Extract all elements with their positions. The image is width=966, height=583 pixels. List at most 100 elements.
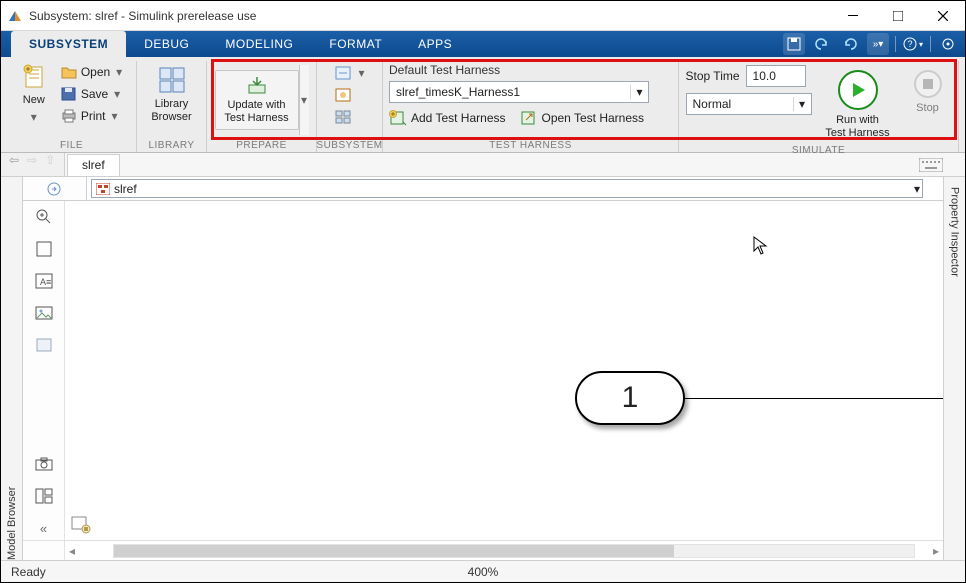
group-simulate-label: SIMULATE: [792, 145, 845, 156]
app-window: Subsystem: slref - Simulink prerelease u…: [0, 0, 966, 583]
library-browser-label: Library Browser: [151, 98, 191, 124]
svg-text:A≡: A≡: [40, 277, 51, 287]
print-label: Print: [81, 109, 106, 123]
scroll-left-icon[interactable]: ◂: [65, 544, 79, 558]
tab-debug[interactable]: DEBUG: [126, 31, 207, 57]
undo-button[interactable]: [811, 33, 833, 55]
open-label: Open: [81, 65, 110, 79]
nav-up-icon[interactable]: ⇧: [45, 153, 55, 167]
subsystem-btn1[interactable]: [333, 63, 353, 83]
save-button[interactable]: Save ▾: [57, 83, 128, 105]
outport-label: 1: [622, 381, 639, 415]
group-harness-label: TEST HARNESS: [489, 138, 572, 152]
nav-back-icon[interactable]: ⇦: [9, 153, 19, 167]
status-bar: Ready 400%: [1, 560, 965, 582]
model-path-text: slref: [114, 182, 137, 196]
screenshot-icon[interactable]: [31, 452, 57, 476]
sim-mode-value: Normal: [687, 97, 793, 111]
subsystem-btn1-split[interactable]: ▾: [357, 63, 367, 83]
h-scroll-thumb[interactable]: [114, 545, 674, 557]
open-button[interactable]: Open ▾: [57, 61, 128, 83]
property-inspector-tab[interactable]: Property Inspector: [943, 177, 965, 560]
chevron-down-icon: ▾: [793, 97, 811, 111]
toolstrip-tabs: SUBSYSTEM DEBUG MODELING FORMAT APPS »▾ …: [1, 31, 965, 57]
model-browser-tab[interactable]: Model Browser: [1, 177, 23, 560]
explorer-left-strip: ⇦ ⇨ ⇧: [1, 153, 65, 176]
stop-time-value: 10.0: [753, 69, 776, 83]
tab-subsystem[interactable]: SUBSYSTEM: [11, 31, 126, 57]
window-title: Subsystem: slref - Simulink prerelease u…: [29, 9, 256, 23]
stop-icon: [914, 70, 942, 98]
save-icon: [61, 87, 77, 101]
target-button[interactable]: [937, 33, 959, 55]
annotation-icon[interactable]: A≡: [31, 269, 57, 293]
add-harness-label: Add Test Harness: [411, 111, 506, 125]
model-browser-label: Model Browser: [6, 187, 18, 560]
update-split-icon[interactable]: ▾: [299, 65, 309, 135]
folder-open-icon: [61, 65, 77, 79]
toolstrip-ribbon: New ▾ Open ▾ Save ▾: [1, 57, 965, 153]
harness-select[interactable]: slref_timesK_Harness1 ▾: [389, 81, 649, 103]
scroll-right-icon[interactable]: ▸: [929, 544, 943, 558]
run-with-harness-button[interactable]: Run with Test Harness: [822, 65, 894, 145]
title-bar: Subsystem: slref - Simulink prerelease u…: [1, 1, 965, 31]
model-canvas[interactable]: 1: [65, 201, 943, 540]
more-quick-button[interactable]: »▾: [867, 33, 889, 55]
maximize-button[interactable]: [875, 1, 920, 30]
area-icon[interactable]: [31, 333, 57, 357]
fit-to-view-icon[interactable]: [31, 237, 57, 261]
open-harness-label: Open Test Harness: [542, 111, 645, 125]
outport-block[interactable]: 1: [575, 371, 685, 425]
mouse-cursor-icon: [753, 236, 769, 256]
status-ready: Ready: [1, 565, 56, 579]
save-split-icon[interactable]: ▾: [112, 87, 122, 101]
group-prepare-label: PREPARE: [236, 138, 287, 152]
add-test-harness-button[interactable]: Add Test Harness: [389, 107, 506, 129]
model-explorer-icon[interactable]: [31, 484, 57, 508]
chevron-down-icon[interactable]: ▾: [914, 182, 920, 196]
signal-line[interactable]: [685, 398, 943, 399]
tab-format[interactable]: FORMAT: [311, 31, 400, 57]
open-test-harness-button[interactable]: Open Test Harness: [520, 107, 645, 129]
stop-time-label: Stop Time: [686, 69, 740, 83]
new-label: New: [23, 94, 45, 107]
model-path-input[interactable]: slref ▾: [91, 179, 923, 198]
chevron-down-icon: ▾: [630, 85, 648, 99]
circled-arrow-icon: [47, 182, 63, 196]
model-tab[interactable]: slref: [67, 154, 120, 176]
play-icon: [838, 70, 878, 110]
tab-modeling[interactable]: MODELING: [207, 31, 311, 57]
subsystem-btn3[interactable]: [333, 107, 353, 127]
open-split-icon[interactable]: ▾: [114, 65, 124, 79]
path-home-button[interactable]: [23, 177, 87, 200]
harness-select-value: slref_timesK_Harness1: [390, 85, 630, 99]
svg-text:?: ?: [907, 39, 912, 49]
keyboard-icon[interactable]: [919, 158, 965, 172]
canvas-wrap: slref ▾ A≡ « 1: [23, 177, 943, 560]
stop-time-input[interactable]: 10.0: [746, 65, 806, 87]
group-file-label: FILE: [60, 138, 83, 152]
collapse-palette-icon[interactable]: «: [31, 516, 57, 540]
print-split-icon[interactable]: ▾: [110, 109, 120, 123]
nav-fwd-icon[interactable]: ⇨: [27, 153, 37, 167]
zoom-in-icon[interactable]: [31, 205, 57, 229]
save-quick-button[interactable]: [783, 33, 805, 55]
subsystem-btn2[interactable]: [333, 85, 353, 105]
sim-mode-select[interactable]: Normal ▾: [686, 93, 812, 115]
canvas-badge-icon[interactable]: [71, 516, 91, 534]
library-browser-button[interactable]: Library Browser: [142, 61, 202, 129]
add-harness-icon: [389, 110, 407, 126]
close-button[interactable]: [920, 1, 965, 30]
property-inspector-label: Property Inspector: [949, 187, 961, 560]
help-button[interactable]: ?▾: [902, 33, 924, 55]
minimize-button[interactable]: [830, 1, 875, 30]
new-button[interactable]: New: [16, 61, 52, 110]
h-scrollbar[interactable]: [113, 544, 915, 558]
stop-button[interactable]: Stop: [904, 65, 952, 120]
print-button[interactable]: Print ▾: [57, 105, 128, 127]
new-split-icon[interactable]: ▾: [29, 110, 39, 124]
update-with-test-harness-button[interactable]: Update with Test Harness: [215, 70, 299, 130]
redo-button[interactable]: [839, 33, 861, 55]
image-icon[interactable]: [31, 301, 57, 325]
tab-apps[interactable]: APPS: [400, 31, 470, 57]
